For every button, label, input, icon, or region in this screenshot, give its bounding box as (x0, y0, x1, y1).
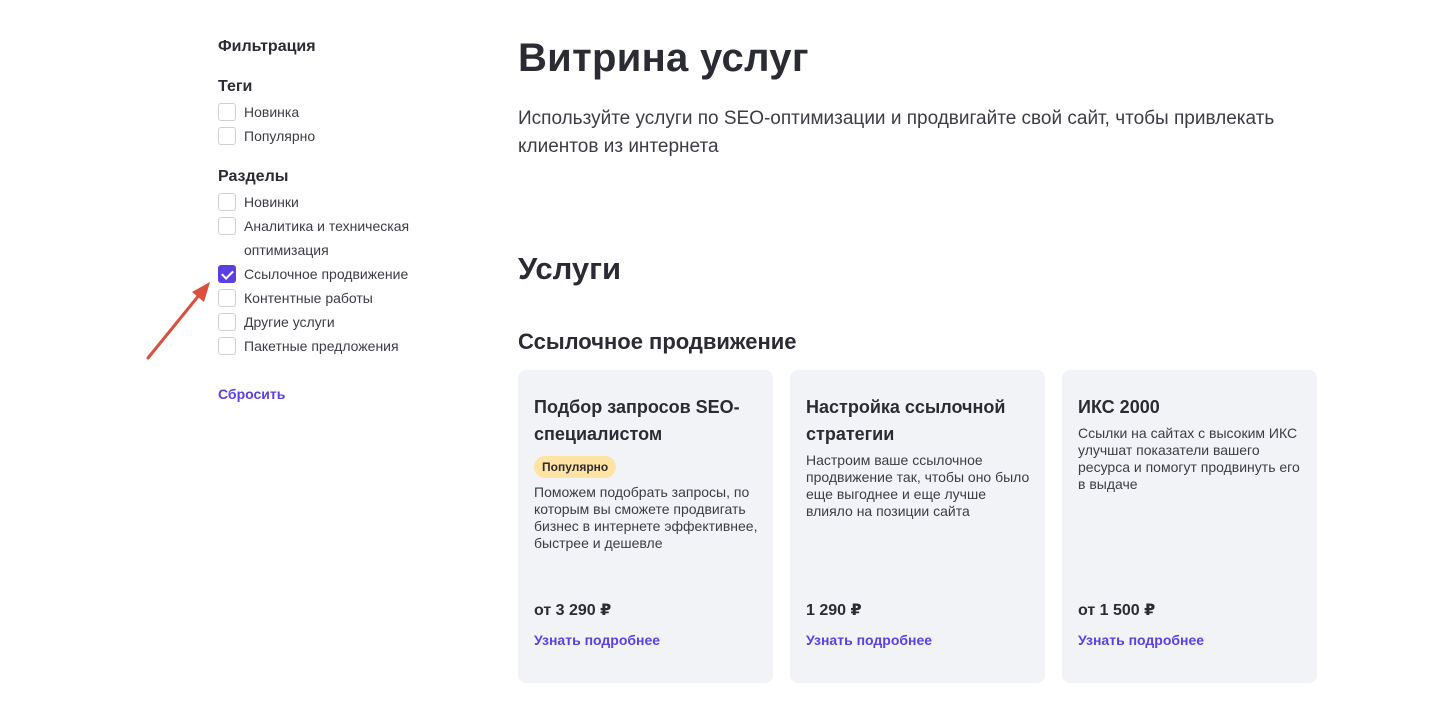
service-cards: Подбор запросов SEO-специалистом Популяр… (518, 370, 1318, 683)
sections-list: Новинки Аналитика и техническая оптимиза… (218, 190, 458, 358)
page-title: Витрина услуг (518, 36, 809, 80)
filter-option-section-content[interactable]: Контентные работы (218, 286, 458, 310)
service-card-description: Ссылки на сайтах с высоким ИКС улучшат п… (1078, 425, 1300, 492)
filter-option-tag-popular[interactable]: Популярно (218, 124, 458, 148)
section-title: Услуги (518, 251, 622, 286)
filter-title: Фильтрация (218, 38, 316, 55)
checkbox[interactable] (218, 337, 236, 355)
page-subtitle: Используйте услуги по SEO-оптимизации и … (518, 108, 1275, 157)
filter-option-label: Аналитика и техническая оптимизация (244, 218, 410, 258)
popular-badge: Популярно (534, 456, 617, 478)
filter-option-label: Другие услуги (244, 314, 335, 330)
service-card-title: ИКС 2000 (1078, 397, 1160, 417)
learn-more-link[interactable]: Узнать подробнее (806, 632, 932, 648)
filter-option-label: Ссылочное продвижение (244, 266, 409, 282)
learn-more-link[interactable]: Узнать подробнее (534, 632, 660, 648)
service-card-description: Настроим ваше ссылочное продвижение так,… (806, 452, 1030, 519)
service-card[interactable]: ИКС 2000 Ссылки на сайтах с высоким ИКС … (1062, 370, 1317, 683)
service-card-price: от 3 290 ₽ (534, 602, 612, 619)
filter-option-section-packages[interactable]: Пакетные предложения (218, 334, 458, 358)
filter-option-label: Контентные работы (244, 290, 373, 306)
sections-group-title: Разделы (218, 168, 289, 185)
tags-group-title: Теги (218, 78, 253, 95)
filter-option-section-new[interactable]: Новинки (218, 190, 458, 214)
service-card-description: Поможем подобрать запросы, по которым вы… (534, 484, 758, 551)
service-card-price: от 1 500 ₽ (1078, 602, 1156, 619)
learn-more-link[interactable]: Узнать подробнее (1078, 632, 1204, 648)
checkbox[interactable] (218, 193, 236, 211)
filter-option-label: Популярно (244, 128, 316, 144)
checkbox[interactable] (218, 217, 236, 235)
main-content: Витрина услуг Используйте услуги по SEO-… (518, 34, 1318, 683)
checkbox[interactable] (218, 103, 236, 121)
annotation-arrow-icon (146, 282, 210, 360)
service-card-title: Подбор запросов SEO-специалистом (534, 397, 740, 444)
filter-option-label: Пакетные предложения (244, 338, 399, 354)
checkbox[interactable] (218, 313, 236, 331)
category-title: Ссылочное продвижение (518, 329, 797, 354)
filter-option-label: Новинка (244, 104, 300, 120)
service-card[interactable]: Настройка ссылочной стратегии Настроим в… (790, 370, 1045, 683)
checkbox[interactable] (218, 127, 236, 145)
service-card-title: Настройка ссылочной стратегии (806, 397, 1006, 444)
reset-filters-link[interactable]: Сбросить (218, 386, 285, 402)
checkbox-checked[interactable] (218, 265, 236, 283)
service-card[interactable]: Подбор запросов SEO-специалистом Популяр… (518, 370, 773, 683)
filter-option-label: Новинки (244, 194, 299, 210)
checkbox[interactable] (218, 289, 236, 307)
filter-option-section-link-promotion[interactable]: Ссылочное продвижение (218, 262, 458, 286)
service-card-price: 1 290 ₽ (806, 602, 862, 619)
filter-option-tag-new[interactable]: Новинка (218, 100, 458, 124)
page: Фильтрация Теги Новинка Популярно Раздел… (0, 0, 1449, 709)
filter-option-section-other[interactable]: Другие услуги (218, 310, 458, 334)
filter-option-section-analytics[interactable]: Аналитика и техническая оптимизация (218, 214, 458, 262)
tags-list: Новинка Популярно (218, 100, 458, 148)
filter-sidebar: Фильтрация Теги Новинка Популярно Раздел… (218, 36, 458, 404)
